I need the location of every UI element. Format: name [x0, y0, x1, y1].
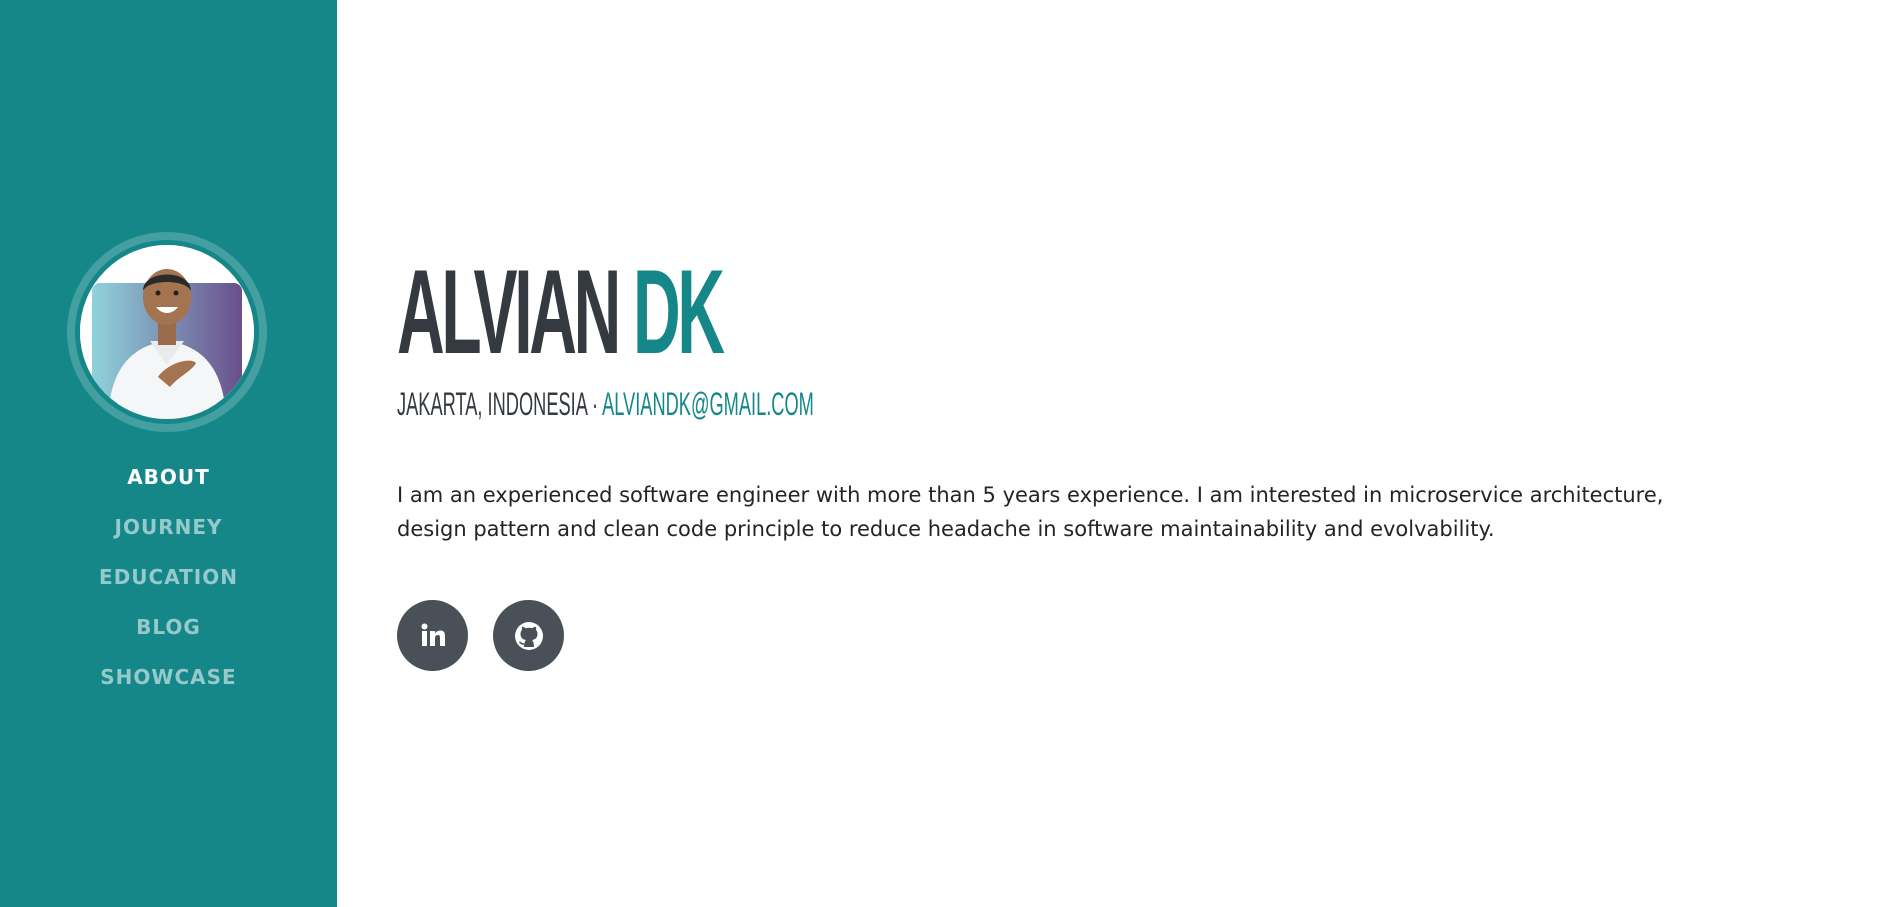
contact-line: JAKARTA, INDONESIA · ALVIANDK@GMAIL.COM: [397, 386, 1161, 422]
social-icons: [397, 600, 1737, 671]
nav-item-blog[interactable]: BLOG: [0, 612, 337, 662]
github-button[interactable]: [493, 600, 564, 671]
linkedin-icon: [421, 623, 445, 646]
about-description: I am an experienced software engineer wi…: [397, 483, 1664, 541]
github-icon: [514, 621, 543, 650]
sidebar: ABOUT JOURNEY EDUCATION BLOG SHOWCASE: [0, 0, 337, 907]
about-section: ALVIAN DK JAKARTA, INDONESIA · ALVIANDK@…: [397, 252, 1737, 671]
page-title: ALVIAN DK: [397, 252, 1134, 372]
linkedin-button[interactable]: [397, 600, 468, 671]
location: JAKARTA, INDONESIA: [397, 386, 587, 422]
profile-photo-image: [80, 245, 254, 419]
separator: ·: [591, 386, 599, 422]
nav-item-education[interactable]: EDUCATION: [0, 562, 337, 612]
nav-item-journey[interactable]: JOURNEY: [0, 512, 337, 562]
nav-item-about[interactable]: ABOUT: [0, 462, 337, 512]
avatar: [67, 232, 267, 432]
sidebar-nav: ABOUT JOURNEY EDUCATION BLOG SHOWCASE: [0, 462, 337, 712]
profile-photo: [80, 245, 254, 419]
page-layout: ABOUT JOURNEY EDUCATION BLOG SHOWCASE AL…: [0, 0, 1895, 907]
last-name: DK: [633, 245, 725, 379]
nav-item-showcase[interactable]: SHOWCASE: [0, 662, 337, 712]
first-name: ALVIAN: [397, 245, 621, 379]
email-link[interactable]: ALVIANDK@GMAIL.COM: [602, 386, 814, 422]
